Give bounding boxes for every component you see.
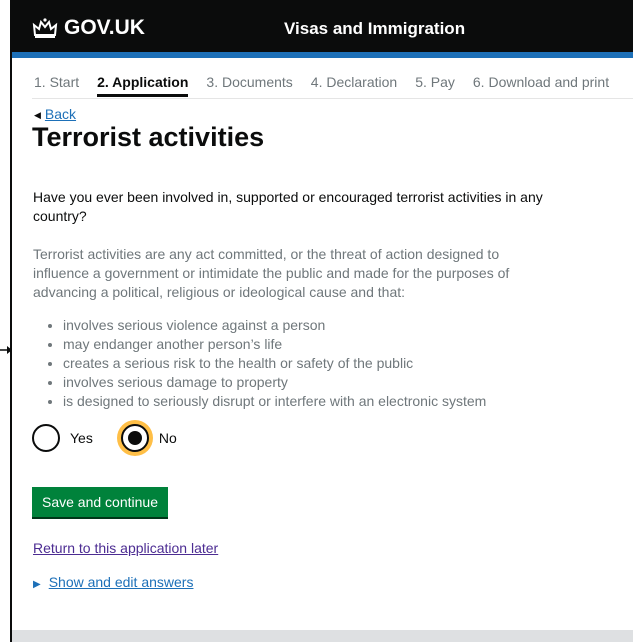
govuk-logo[interactable]: GOV.UK [32,16,145,40]
footer-band [12,630,633,642]
list-item: involves serious damage to property [63,373,486,392]
hint-text: Terrorist activities are any act committ… [33,246,510,300]
page-title: Terrorist activities [32,122,265,152]
step-declaration: 4. Declaration [310,74,398,90]
radio-yes-label[interactable]: Yes [70,430,93,446]
list-item: creates a serious risk to the health or … [63,354,486,373]
radio-no[interactable]: No [120,424,177,452]
progress-steps: 1. Start 2. Application 3. Documents 4. … [34,74,609,97]
back-arrow-icon: ◀ [34,110,41,120]
site-header: GOV.UK Visas and Immigration [12,2,633,58]
step-download: 6. Download and print [472,74,610,90]
show-answers-label[interactable]: Show and edit answers [49,574,194,590]
step-application[interactable]: 2. Application [97,74,189,97]
radio-yes-circle[interactable] [32,424,60,452]
step-start[interactable]: 1. Start [34,74,79,97]
show-answers-toggle[interactable]: ▶ Show and edit answers [33,574,193,590]
service-name[interactable]: Visas and Immigration [284,19,465,39]
radio-yes[interactable]: Yes [32,424,93,452]
steps-divider [32,98,633,99]
step-pay: 5. Pay [415,74,455,90]
expand-triangle-icon: ▶ [33,579,41,590]
return-later-link[interactable]: Return to this application later [33,540,218,556]
list-item: may endanger another person’s life [63,335,486,354]
save-and-continue-button[interactable]: Save and continue [32,487,168,517]
list-item: involves serious violence against a pers… [63,316,486,335]
back-link[interactable]: ◀ Back [34,106,76,122]
radio-no-label[interactable]: No [159,430,177,446]
list-item: is designed to seriously disrupt or inte… [63,392,486,411]
question-text: Have you ever been involved in, supporte… [33,189,543,224]
header-stripe [12,52,633,58]
crown-icon [32,18,58,38]
back-link-label[interactable]: Back [45,106,76,122]
arrow-pointer-icon [0,346,12,354]
logo-text: GOV.UK [64,16,145,39]
radio-selected-dot [127,431,142,445]
hint-bullet-list: involves serious violence against a pers… [49,316,486,411]
radio-no-circle[interactable] [120,424,149,452]
step-documents: 3. Documents [206,74,293,90]
yes-no-radios: Yes No [32,424,177,452]
